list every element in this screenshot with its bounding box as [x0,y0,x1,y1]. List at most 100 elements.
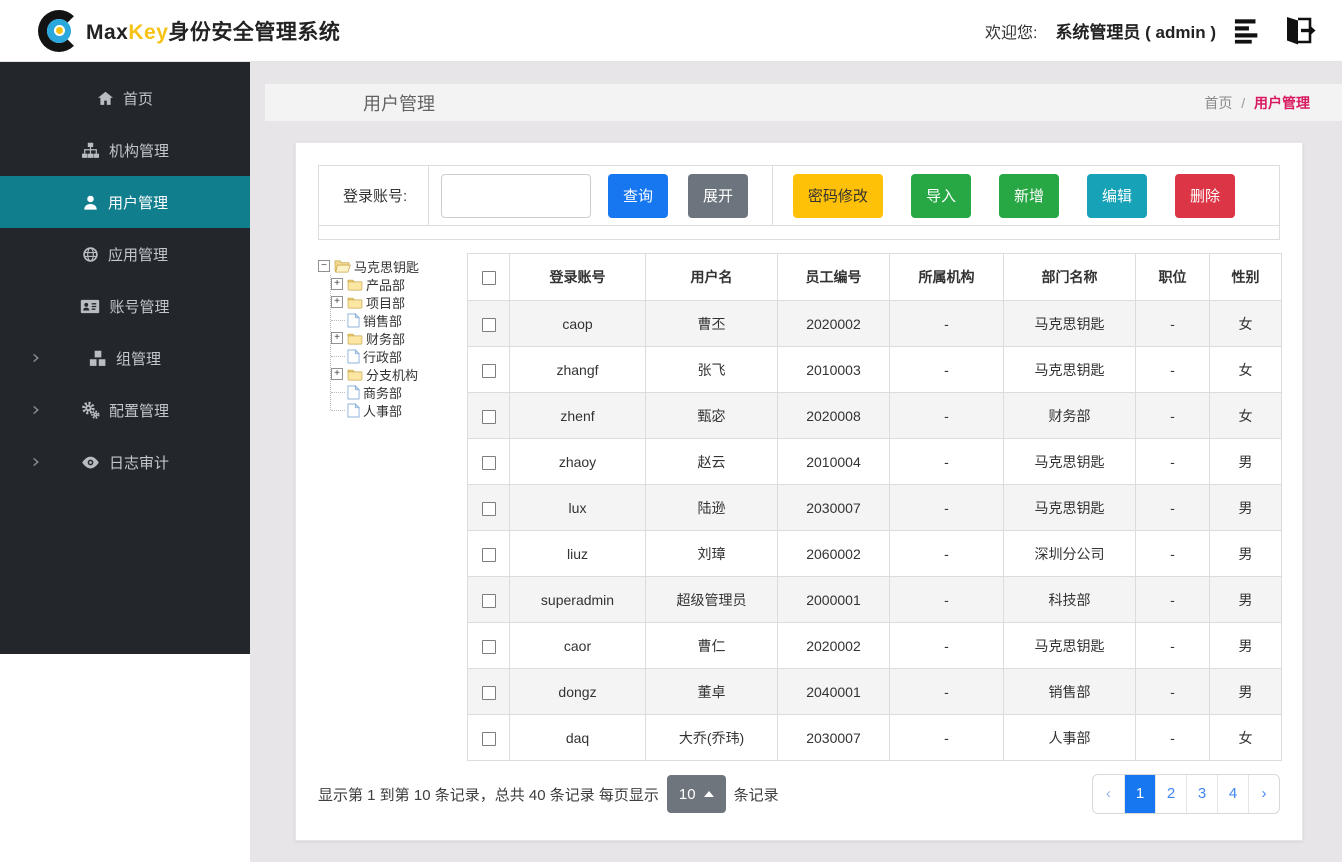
table-row[interactable]: caop 曹丕 2020002- 马克思钥匙 - 女 [467,300,1282,347]
row-checkbox[interactable] [481,547,496,562]
sitemap-icon [81,142,100,159]
page-button-3[interactable]: 3 [1186,775,1217,813]
tree-node[interactable]: 人事部 [331,401,467,419]
tree-node[interactable]: + 分支机构 [331,365,467,383]
page-button-2[interactable]: 2 [1155,775,1186,813]
row-checkbox[interactable] [481,455,496,470]
table-header-row: 登录账号 用户名 员工编号 所属机构 部门名称 职位 性别 [467,253,1282,301]
tree-node-label: 马克思钥匙 [354,259,420,275]
tree-node[interactable]: + 项目部 [331,293,467,311]
cubes-icon [89,350,107,367]
table-row[interactable]: dongz 董卓 2040001- 销售部 - 男 [467,668,1282,715]
pagination-info-prefix: 显示第 1 到第 10 条记录，总共 40 条记录 每页显示 [318,786,659,804]
tree-node[interactable]: 商务部 [331,383,467,401]
tree-node-label: 销售部 [363,313,403,329]
row-checkbox[interactable] [481,501,496,516]
tree-node[interactable]: 行政部 [331,347,467,365]
chevron-right-icon [30,405,41,416]
page-button-1[interactable]: 1 [1124,775,1155,813]
import-button[interactable]: 导入 [910,173,971,218]
sidebar-item-home[interactable]: 首页 [0,72,250,124]
tree-node[interactable]: 销售部 [331,311,467,329]
table-row[interactable]: caor 曹仁 2020002- 马克思钥匙 - 男 [467,622,1282,669]
login-account-input[interactable] [441,173,591,218]
table-row[interactable]: superadmin 超级管理员 2000001- 科技部 - 男 [467,576,1282,623]
select-all-checkbox[interactable] [481,271,496,286]
expand-icon[interactable]: + [331,296,343,308]
expand-icon[interactable]: + [331,332,343,344]
sidebar-item-label: 应用管理 [107,246,168,264]
page-button-4[interactable]: 4 [1217,775,1248,813]
page-size-dropdown[interactable]: 10 [666,775,726,813]
expand-icon[interactable]: + [331,278,343,290]
table-row[interactable]: zhaoy 赵云 2010004- 马克思钥匙 - 男 [467,438,1282,485]
page-size-value: 10 [678,785,696,803]
id-card-icon [80,298,100,315]
sidebar-item-label: 首页 [122,90,153,108]
row-checkbox[interactable] [481,639,496,654]
row-checkbox[interactable] [481,731,496,746]
brand-logo[interactable]: MaxKey身份安全管理系统 [38,9,340,52]
delete-button[interactable]: 删除 [1174,173,1235,218]
breadcrumb-separator: / [1241,94,1246,111]
table-row[interactable]: zhangf 张飞 2010003- 马克思钥匙 - 女 [467,346,1282,393]
table-row[interactable]: daq 大乔(乔玮) 2030007- 人事部 - 女 [467,714,1282,761]
tree-node-label: 财务部 [366,331,406,347]
folder-icon [347,296,363,309]
list-menu-icon[interactable] [1234,17,1262,44]
expand-button[interactable]: 展开 [688,173,749,218]
file-icon [347,312,360,328]
tree-connector [331,391,345,393]
sidebar-item-org-mgmt[interactable]: 机构管理 [0,124,250,176]
user-table: 登录账号 用户名 员工编号 所属机构 部门名称 职位 性别 caop 曹丕 202 [467,253,1282,761]
tree-node[interactable]: + 财务部 [331,329,467,347]
expand-icon[interactable]: + [331,368,343,380]
row-checkbox[interactable] [481,363,496,378]
row-checkbox[interactable] [481,409,496,424]
sidebar-item-account-mgmt[interactable]: 账号管理 [0,280,250,332]
breadcrumb: 首页 / 用户管理 [1204,93,1310,113]
sidebar-item-audit-log[interactable]: 日志审计 [0,436,250,488]
current-user: 系统管理员 ( admin ) [1055,23,1216,42]
prev-page-button[interactable]: ‹ [1093,775,1124,813]
next-page-button[interactable]: › [1248,775,1279,813]
eye-icon [81,455,100,470]
search-button[interactable]: 查询 [608,173,669,218]
chevron-right-icon [30,457,41,468]
row-checkbox[interactable] [481,685,496,700]
gears-icon [81,401,100,419]
page-titlebar: 用户管理 首页 / 用户管理 [265,84,1342,121]
filter-bar: 登录账号: 查询 展开 密码修改 导入 新增 编辑 删除 [318,165,1280,240]
column-header: 部门名称 [1003,253,1136,301]
sidebar: 首页 机构管理 用户管理 应用管理 账号管理 组管理 配置管理 日志审计 [0,62,250,862]
page-title: 用户管理 [363,93,435,114]
pagination-info-suffix: 条记录 [733,786,779,804]
row-checkbox[interactable] [481,317,496,332]
select-all-cell [467,253,510,301]
sidebar-item-group-mgmt[interactable]: 组管理 [0,332,250,384]
sidebar-item-label: 日志审计 [108,454,169,472]
sidebar-item-app-mgmt[interactable]: 应用管理 [0,228,250,280]
table-row[interactable]: lux 陆逊 2030007- 马克思钥匙 - 男 [467,484,1282,531]
collapse-icon[interactable]: − [318,260,330,272]
sidebar-item-label: 配置管理 [108,402,169,420]
tree-node-label: 项目部 [366,295,406,311]
change-password-button[interactable]: 密码修改 [792,173,883,218]
sidebar-item-user-mgmt[interactable]: 用户管理 [0,176,250,228]
file-icon [347,384,360,400]
tree-node-root[interactable]: − 马克思钥匙 [318,257,467,275]
logout-icon[interactable] [1280,15,1316,46]
column-header: 用户名 [645,253,778,301]
table-row[interactable]: liuz 刘璋 2060002- 深圳分公司 - 男 [467,530,1282,577]
tree-node-label: 商务部 [363,385,403,401]
add-button[interactable]: 新增 [998,173,1059,218]
edit-button[interactable]: 编辑 [1086,173,1147,218]
sidebar-item-config-mgmt[interactable]: 配置管理 [0,384,250,436]
breadcrumb-home-link[interactable]: 首页 [1204,95,1232,111]
row-checkbox[interactable] [481,593,496,608]
tree-node[interactable]: + 产品部 [331,275,467,293]
column-header: 职位 [1135,253,1210,301]
file-icon [347,348,360,364]
column-header: 登录账号 [509,253,646,301]
table-row[interactable]: zhenf 甄宓 2020008- 财务部 - 女 [467,392,1282,439]
